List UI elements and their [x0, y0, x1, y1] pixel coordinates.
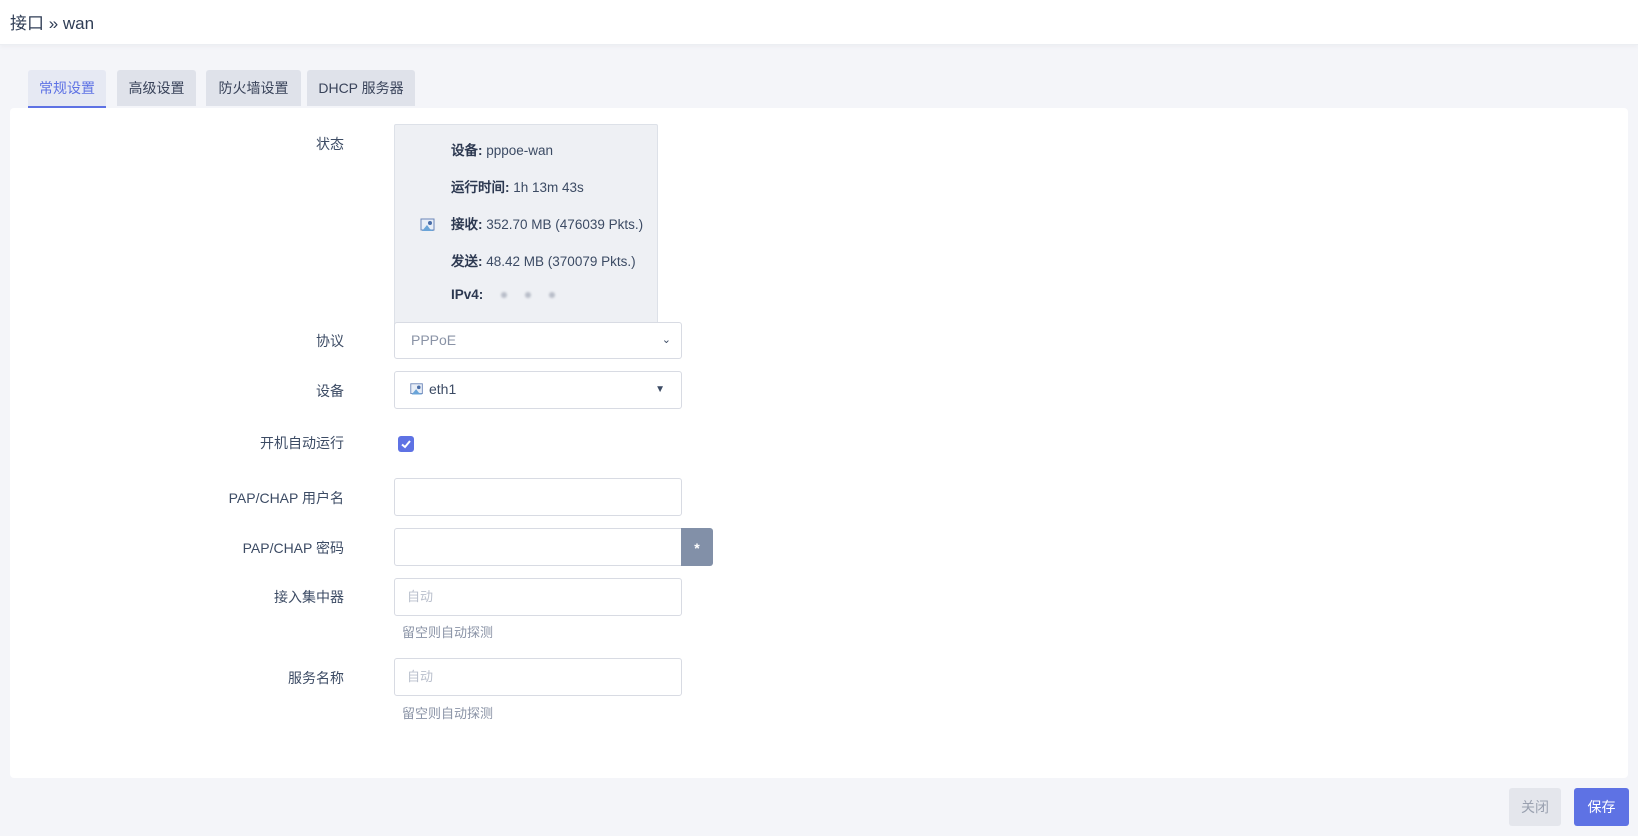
reveal-password-button[interactable]: * [681, 528, 713, 566]
service-label: 服务名称 [288, 670, 344, 686]
save-button[interactable]: 保存 [1574, 788, 1629, 826]
tab-advanced[interactable]: 高级设置 [117, 70, 196, 106]
tab-firewall[interactable]: 防火墙设置 [206, 70, 301, 106]
service-hint: 留空则自动探测 [402, 706, 494, 721]
tab-dhcp[interactable]: DHCP 服务器 [307, 70, 415, 106]
redacted-ip [501, 292, 508, 299]
settings-panel: 状态 设备: pppoe-wan 运行时间: 1h 13m 43s 接收: 35… [10, 108, 1628, 778]
service-input[interactable]: 自动 [394, 658, 682, 696]
protocol-label: 协议 [316, 333, 344, 349]
status-label: 状态 [316, 136, 344, 152]
password-input[interactable] [394, 528, 682, 566]
device-label: 设备 [316, 383, 344, 399]
page-header: 接口 » wan [0, 0, 1638, 45]
username-label: PAP/CHAP 用户名 [228, 490, 344, 506]
protocol-select[interactable]: PPPoE ⌄ [394, 322, 682, 359]
autostart-checkbox[interactable] [398, 436, 414, 452]
ac-label: 接入集中器 [274, 589, 344, 605]
autostart-label: 开机自动运行 [260, 435, 344, 451]
device-select[interactable]: eth1 ▼ [394, 371, 682, 409]
check-icon [401, 440, 411, 449]
network-device-icon [410, 383, 423, 395]
page-title: 接口 » wan [10, 14, 95, 33]
status-tx: 发送: 48.42 MB (370079 Pkts.) [451, 254, 636, 269]
ac-input[interactable]: 自动 [394, 578, 682, 616]
tab-general[interactable]: 常规设置 [28, 70, 106, 109]
password-label: PAP/CHAP 密码 [242, 540, 344, 556]
chevron-down-icon: ⌄ [661, 334, 671, 346]
status-uptime: 运行时间: 1h 13m 43s [451, 180, 584, 195]
status-device: 设备: pppoe-wan [451, 143, 554, 158]
status-rx: 接收: 352.70 MB (476039 Pkts.) [451, 217, 644, 232]
status-box: 设备: pppoe-wan 运行时间: 1h 13m 43s 接收: 352.7… [394, 124, 658, 326]
dropdown-triangle-icon: ▼ [655, 384, 665, 395]
ac-hint: 留空则自动探测 [402, 625, 494, 640]
close-button[interactable]: 关闭 [1509, 788, 1561, 826]
status-ipv4: IPv4: [451, 287, 555, 302]
username-input[interactable] [394, 478, 682, 516]
network-device-icon [420, 218, 435, 231]
